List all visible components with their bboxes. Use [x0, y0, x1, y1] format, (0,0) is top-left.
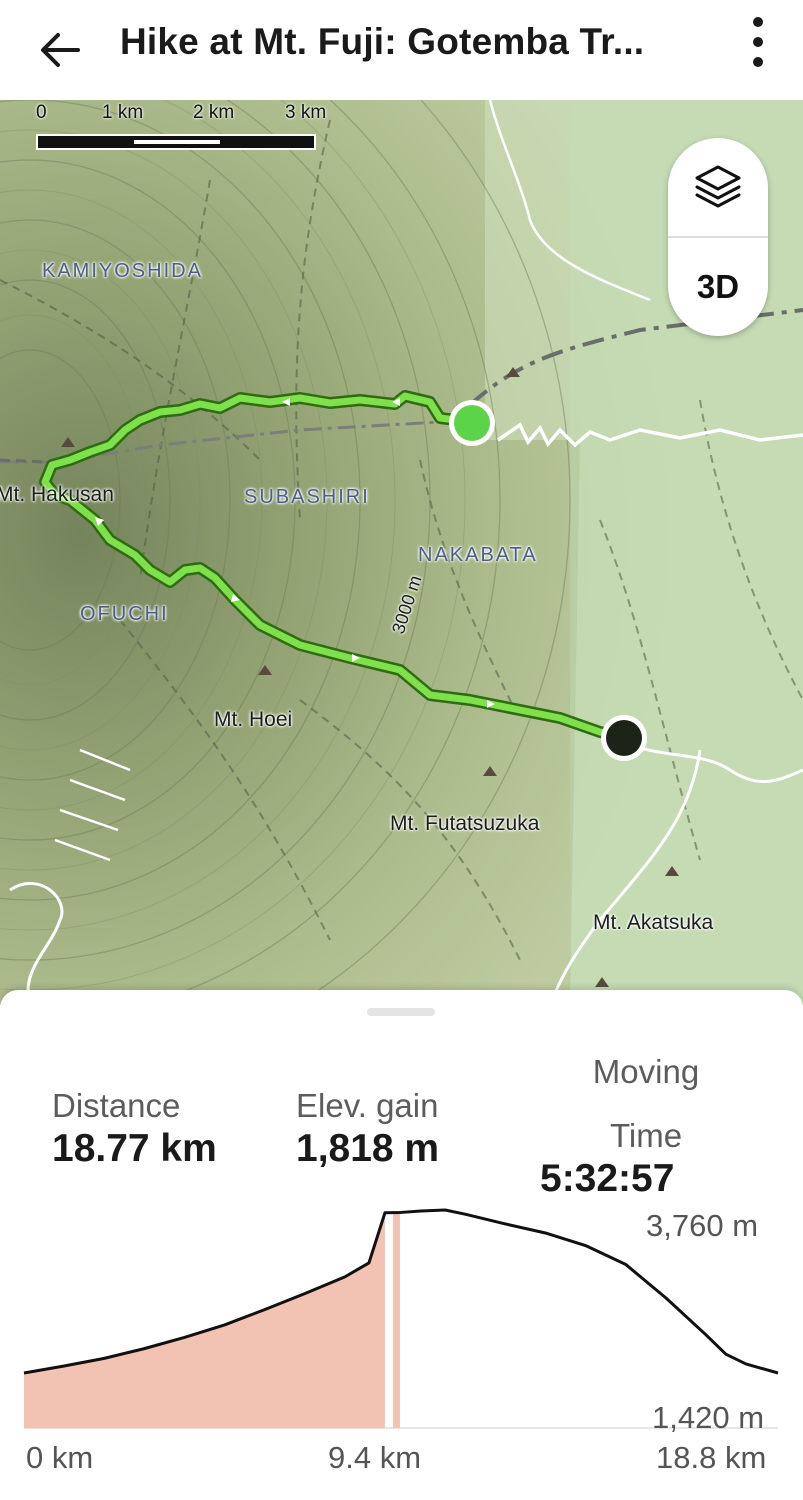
more-options-button[interactable] [730, 14, 786, 70]
distance-value: 18.77 km [52, 1127, 217, 1170]
elev-gain-stat: Elev. gain 1,818 m [296, 1086, 439, 1172]
peak-label-akatsuka: Mt. Akatsuka [593, 911, 714, 934]
scale-label-3: 3 km [285, 102, 327, 123]
scale-label-1: 1 km [102, 102, 144, 123]
moving-time-label-line2: Time [609, 1117, 683, 1154]
more-vertical-icon [753, 17, 763, 67]
region-label-kamiyoshida: KAMIYOSHIDA [42, 260, 203, 282]
map-controls: 3D [668, 138, 768, 336]
progress-slice [392, 1212, 400, 1428]
layers-icon [695, 165, 741, 208]
peak-label-hakusan: Mt. Hakusan [0, 483, 114, 506]
progress-area [24, 1212, 385, 1428]
moving-time-stat: Moving Time 5:32:57 [540, 1052, 746, 1202]
back-button[interactable] [28, 18, 92, 82]
y-axis-max-label: 3,760 m [646, 1208, 759, 1243]
x-axis-end-label: 18.8 km [656, 1440, 767, 1475]
route-map[interactable]: 0 1 km 2 km 3 km KAMIYOSHIDA SUBASHIRI N… [0, 100, 803, 1005]
peak-label-futatsuzuka: Mt. Futatsuzuka [390, 812, 540, 835]
y-axis-min-label: 1,420 m [652, 1400, 765, 1435]
distance-stat: Distance 18.77 km [52, 1086, 217, 1172]
x-axis-mid-label: 9.4 km [328, 1440, 422, 1475]
3d-toggle-button[interactable]: 3D [668, 238, 768, 336]
moving-time-label-line1: Moving [592, 1053, 700, 1090]
elev-gain-label: Elev. gain [296, 1087, 439, 1124]
peak-label-hoei: Mt. Hoei [214, 708, 293, 731]
distance-label: Distance [52, 1087, 181, 1124]
app-header: Hike at Mt. Fuji: Gotemba Tr... [0, 0, 803, 100]
scale-label-2: 2 km [193, 102, 235, 123]
layers-button[interactable] [668, 138, 768, 236]
route-details-sheet: Distance 18.77 km Elev. gain 1,818 m Mov… [0, 990, 803, 1500]
region-label-ofuchi: OFUCHI [80, 603, 169, 625]
scale-label-0: 0 [36, 102, 47, 123]
page-title: Hike at Mt. Fuji: Gotemba Tr... [120, 21, 645, 62]
sheet-drag-handle[interactable] [367, 1008, 435, 1016]
scale-ruler [36, 134, 316, 150]
x-axis-start-label: 0 km [26, 1440, 94, 1475]
region-label-nakabata: NAKABATA [418, 544, 538, 566]
elev-gain-value: 1,818 m [296, 1127, 440, 1170]
region-label-subashiri: SUBASHIRI [244, 486, 370, 508]
arrow-left-icon [41, 33, 80, 67]
